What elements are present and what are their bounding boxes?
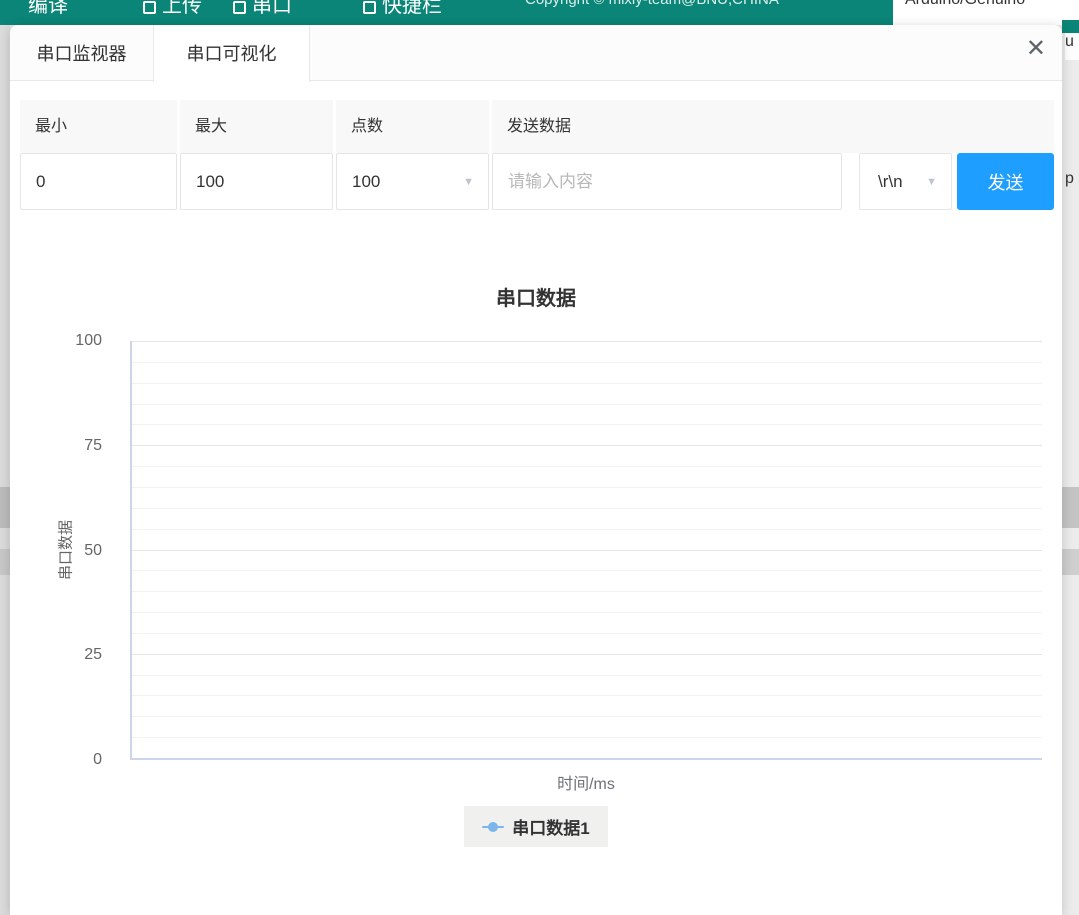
chevron-down-icon: ▼ <box>463 176 474 188</box>
board-select[interactable]: Arduino/Genuino <box>893 0 1062 25</box>
max-input[interactable] <box>180 153 333 210</box>
x-axis-label: 时间/ms <box>130 770 1042 794</box>
legend-label: 串口数据1 <box>512 814 589 839</box>
chart-title: 串口数据 <box>10 282 1062 311</box>
y-tick-label: 75 <box>84 437 102 455</box>
gridline <box>132 508 1042 509</box>
gridline <box>132 654 1042 655</box>
gridline <box>132 383 1042 384</box>
background-text: u <box>1065 33 1079 60</box>
chevron-down-icon: ▼ <box>926 176 937 188</box>
teal-strip <box>1062 20 1079 33</box>
max-header: 最大 <box>180 100 333 153</box>
y-axis-labels: 0255075100 <box>10 341 120 760</box>
gridline <box>132 487 1042 488</box>
toolbar-label: 快捷栏 <box>382 0 442 17</box>
gridline <box>132 445 1042 446</box>
points-select-value: 100 <box>352 172 380 192</box>
gridline <box>132 612 1042 613</box>
gridline <box>132 362 1042 363</box>
gridline <box>132 424 1042 425</box>
y-tick-label: 0 <box>93 751 102 769</box>
board-select-overflow <box>1062 0 1079 20</box>
gridline <box>132 591 1042 592</box>
line-ending-value: \r\n <box>878 172 903 192</box>
gridline <box>132 716 1042 717</box>
background-text: p <box>1065 170 1074 188</box>
form-header-row: 最小 最大 点数 发送数据 <box>20 100 1054 153</box>
gridline <box>132 633 1042 634</box>
quickbar-icon <box>363 1 376 14</box>
send-button[interactable]: 发送 <box>957 153 1054 210</box>
plot-area <box>130 341 1042 760</box>
toolbar-label: 串口 <box>252 0 292 17</box>
scrollbar-block <box>0 549 10 575</box>
toolbar-item-compile[interactable]: 编译 <box>28 0 68 18</box>
tab-serial-monitor[interactable]: 串口监视器 <box>10 25 153 81</box>
background-left-edge <box>0 25 10 915</box>
tab-bar: 串口监视器 串口可视化 ✕ <box>10 25 1062 81</box>
page: 编译 上传 串口 快捷栏 Copyright © mixly-team@BNU,… <box>0 0 1079 915</box>
send-data-header: 发送数据 <box>492 100 1054 153</box>
toolbar-label: 编译 <box>28 0 68 17</box>
serial-chart: 串口数据 串口数据 0255075100 时间/ms 串口数据1 <box>10 262 1062 872</box>
send-data-input[interactable] <box>492 153 842 210</box>
gridline <box>132 529 1042 530</box>
background-right-edge: u p <box>1062 0 1079 915</box>
toolbar-item-quickbar[interactable]: 快捷栏 <box>363 0 442 18</box>
scrollbar-block <box>0 487 10 528</box>
gridline <box>132 341 1042 342</box>
toolbar-item-upload[interactable]: 上传 <box>143 0 202 18</box>
gridline <box>132 466 1042 467</box>
series-marker-icon <box>482 822 504 832</box>
chart-legend: 串口数据1 <box>10 806 1062 847</box>
y-tick-label: 100 <box>75 332 102 350</box>
tab-serial-visualization[interactable]: 串口可视化 <box>153 25 310 82</box>
gridline <box>132 404 1042 405</box>
min-header: 最小 <box>20 100 177 153</box>
toolbar-label: 上传 <box>162 0 202 17</box>
form-input-row: 100 ▼ \r\n ▼ 发送 <box>20 153 1054 210</box>
series-dot-icon <box>488 822 498 832</box>
points-select[interactable]: 100 ▼ <box>336 153 489 210</box>
y-tick-label: 50 <box>84 542 102 560</box>
min-input[interactable] <box>20 153 177 210</box>
serial-plot-form: 最小 最大 点数 发送数据 100 ▼ \r\n ▼ 发送 <box>20 100 1054 210</box>
points-header: 点数 <box>336 100 489 153</box>
copyright-text: Copyright © mixly-team@BNU,CHINA <box>525 0 779 8</box>
gridline <box>132 695 1042 696</box>
gridline <box>132 570 1042 571</box>
gridline <box>132 675 1042 676</box>
serial-monitor-icon <box>233 1 246 14</box>
gridline <box>132 737 1042 738</box>
serial-dialog: 串口监视器 串口可视化 ✕ 最小 最大 点数 发送数据 100 ▼ \r\n <box>10 25 1062 915</box>
line-ending-select[interactable]: \r\n ▼ <box>859 153 952 210</box>
close-icon[interactable]: ✕ <box>1026 37 1046 61</box>
legend-item[interactable]: 串口数据1 <box>464 806 607 847</box>
upload-icon <box>143 1 156 14</box>
scrollbar-block <box>1062 549 1079 575</box>
board-select-value: Arduino/Genuino <box>905 0 1025 9</box>
scrollbar-block <box>1062 487 1079 528</box>
toolbar-item-serial[interactable]: 串口 <box>233 0 292 18</box>
app-toolbar: 编译 上传 串口 快捷栏 Copyright © mixly-team@BNU,… <box>0 0 1079 25</box>
gridline <box>132 550 1042 551</box>
y-tick-label: 25 <box>84 646 102 664</box>
